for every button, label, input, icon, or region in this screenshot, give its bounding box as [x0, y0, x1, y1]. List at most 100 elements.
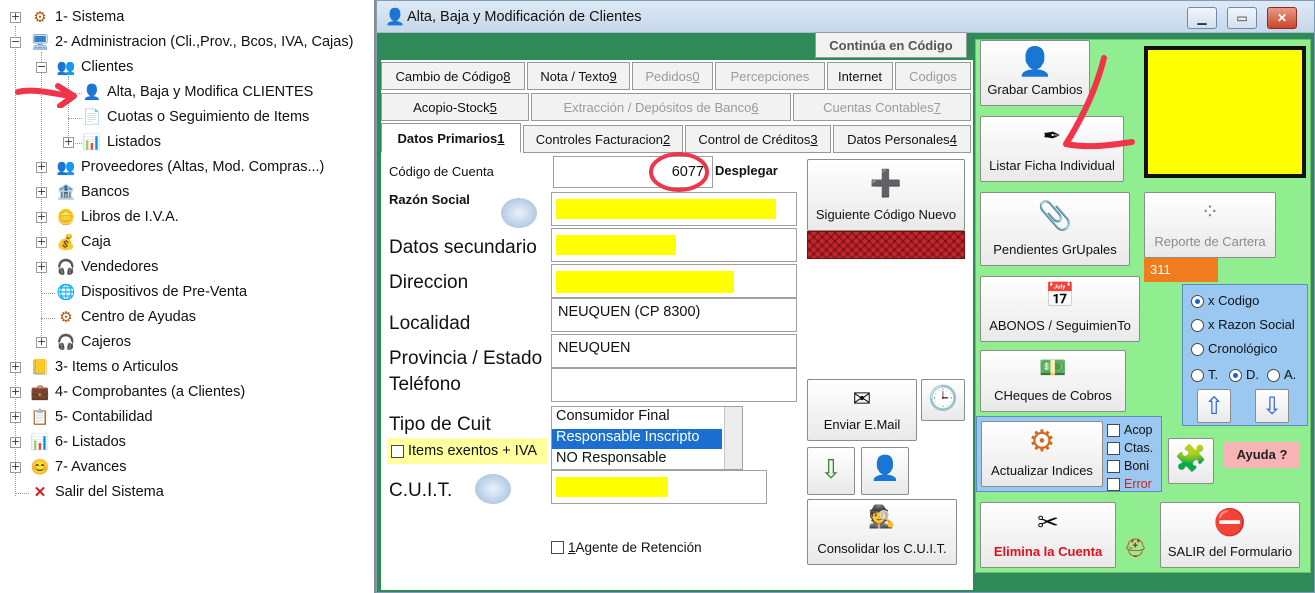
desplegar-label[interactable]: Desplegar [715, 163, 778, 178]
tree-item-cajeros[interactable]: 🎧 Cajeros [56, 331, 131, 353]
abonos-button[interactable]: 📅 ABONOS / SeguimienTo [980, 276, 1140, 342]
tree-item-listados[interactable]: 📊 Listados [82, 131, 161, 153]
tab-extraccion-depositos[interactable]: Extracción / Depósitos de Banco 6 [531, 93, 791, 121]
ctas-checkbox[interactable]: Ctas. [1107, 439, 1153, 457]
arrow-up-button[interactable]: ⇧ [1197, 389, 1231, 423]
close-button[interactable]: ✕ [1267, 7, 1297, 29]
search-binoculars-icon[interactable] [475, 474, 511, 504]
tab-datos-personales[interactable]: Datos Personales 4 [833, 125, 971, 153]
agente-retencion-checkbox[interactable]: 1 Agente de Retención [551, 540, 702, 555]
tree-item-centro-ayudas[interactable]: ⚙ Centro de Ayudas [56, 306, 196, 328]
checkbox-icon [551, 541, 564, 554]
expand-caja[interactable]: + [36, 236, 47, 248]
expand-listados[interactable]: + [63, 136, 74, 148]
ayuda-button[interactable]: Ayuda ? [1224, 442, 1300, 468]
order-a-radio[interactable]: A. [1267, 367, 1296, 383]
tab-continua-codigo[interactable]: Continúa en Código [815, 32, 967, 58]
tree-item-caja[interactable]: 💰 Caja [56, 231, 111, 253]
boni-checkbox[interactable]: Boni [1107, 457, 1153, 475]
error-checkbox[interactable]: Error [1107, 475, 1153, 493]
tab-nota-texto[interactable]: Nota / Texto 9 [527, 62, 630, 90]
tree-item-vendedores[interactable]: 🎧 Vendedores [56, 256, 159, 278]
expand-contabilidad[interactable]: + [10, 411, 21, 423]
order-d-radio[interactable]: D. [1229, 367, 1259, 383]
cheques-cobros-button[interactable]: 💵 CHeques de Cobros [980, 350, 1126, 412]
tree-item-dispositivos[interactable]: 🌐 Dispositivos de Pre-Venta [56, 281, 247, 303]
dots-icon: ⁘ [1200, 199, 1220, 224]
acop-checkbox[interactable]: Acop [1107, 421, 1153, 439]
list-scrollbar[interactable] [724, 407, 742, 469]
direccion-field[interactable] [551, 264, 797, 298]
expand-vendedores[interactable]: + [36, 261, 47, 273]
expand-bancos[interactable]: + [36, 186, 47, 198]
helper-figure-button[interactable]: 🧩 [1168, 438, 1214, 484]
tab-cambio-codigo[interactable]: Cambio de Código 8 [381, 62, 525, 90]
user-gray-button[interactable]: 👤 [861, 447, 909, 495]
tree-item-contabilidad[interactable]: 📋 5- Contabilidad [30, 406, 153, 428]
tree-item-clientes[interactable]: 👥 Clientes [56, 56, 134, 78]
download-button[interactable]: ⇩ [807, 447, 855, 495]
enviar-email-button[interactable]: ✉ Enviar E.Mail [807, 379, 917, 441]
tree-item-cuotas[interactable]: 📄 Cuotas o Seguimiento de Items [82, 106, 310, 128]
expand-items[interactable]: + [10, 361, 21, 373]
salir-formulario-button[interactable]: ⛔ SALIR del Formulario [1160, 502, 1300, 568]
tab-datos-primarios[interactable]: Datos Primarios 1 [381, 123, 521, 153]
expand-avances[interactable]: + [10, 461, 21, 473]
collapse-administracion[interactable]: − [10, 36, 21, 48]
tree-item-items[interactable]: 📒 3- Items o Articulos [30, 356, 179, 378]
tree-item-libros-iva[interactable]: 🪙 Libros de I.V.A. [56, 206, 179, 228]
tree-item-bancos[interactable]: 🏦 Bancos [56, 181, 130, 203]
maximize-button[interactable]: ▭ [1227, 7, 1257, 29]
collapse-clientes[interactable]: − [36, 61, 47, 73]
tab-acopio-stock[interactable]: Acopio-Stock 5 [381, 93, 529, 121]
siguiente-codigo-button[interactable]: ➕ Siguiente Código Nuevo [807, 159, 965, 231]
telefono-field[interactable] [551, 368, 797, 402]
arrow-down-button[interactable]: ⇩ [1255, 389, 1289, 423]
tree-item-listados-main[interactable]: 📊 6- Listados [30, 431, 126, 453]
tipo-cuit-list[interactable]: Consumidor Final Responsable Inscripto N… [551, 406, 743, 470]
tree-item-comprobantes[interactable]: 💼 4- Comprobantes (a Clientes) [30, 381, 246, 403]
order-cronologico-radio[interactable]: Cronológico [1191, 341, 1277, 357]
cuit-option-no-responsable[interactable]: NO Responsable [552, 450, 724, 469]
cuit-option-consumidor[interactable]: Consumidor Final [552, 408, 724, 428]
tab-internet[interactable]: Internet [827, 62, 893, 90]
tab-codigos[interactable]: Codigos [895, 62, 971, 90]
items-exentos-checkbox[interactable]: Items exentos + IVA [387, 438, 547, 464]
actualizar-indices-button[interactable]: ⚙ Actualizar Indices [981, 421, 1103, 487]
datos-secundario-field[interactable] [551, 228, 797, 262]
tree-item-salir[interactable]: ✕ Salir del Sistema [30, 481, 164, 503]
tipo-cuit-label: Tipo de Cuit [389, 414, 491, 435]
order-x-razon-radio[interactable]: x Razon Social [1191, 317, 1295, 333]
tree-item-sistema[interactable]: ⚙ 1- Sistema [30, 6, 124, 28]
localidad-value: NEUQUEN (CP 8300) [558, 304, 701, 320]
expand-listados-main[interactable]: + [10, 436, 21, 448]
tree-item-avances[interactable]: 😊 7- Avances [30, 456, 127, 478]
cuit-option-responsable-inscripto[interactable]: Responsable Inscripto [552, 429, 722, 449]
tree-item-proveedores[interactable]: 👥 Proveedores (Altas, Mod. Compras...) [56, 156, 325, 178]
consolidar-cuit-button[interactable]: 🕵 Consolidar los C.U.I.T. [807, 499, 957, 565]
cuit-field[interactable] [551, 470, 767, 504]
provincia-field[interactable]: NEUQUEN [551, 334, 797, 368]
razon-social-field[interactable] [551, 192, 797, 226]
expand-cajeros[interactable]: + [36, 336, 47, 348]
tab-percepciones[interactable]: Percepciones [715, 62, 825, 90]
tab-controles-facturacion[interactable]: Controles Facturacion 2 [523, 125, 683, 153]
tree-item-administracion[interactable]: 🖥 2- Administracion (Cli.,Prov., Bcos, I… [30, 31, 353, 53]
expand-comprobantes[interactable]: + [10, 386, 21, 398]
pendientes-grupales-button[interactable]: 📎 Pendientes GrUpales [980, 192, 1130, 266]
reporte-cartera-button[interactable]: ⁘ Reporte de Cartera [1144, 192, 1276, 258]
expand-libros-iva[interactable]: + [36, 211, 47, 223]
search-binoculars-icon[interactable] [501, 198, 537, 228]
tab-cuentas-contables[interactable]: Cuentas Contables 7 [793, 93, 971, 121]
tab-control-creditos[interactable]: Control de Créditos 3 [685, 125, 831, 153]
expand-sistema[interactable]: + [10, 11, 21, 23]
order-t-radio[interactable]: T. [1191, 367, 1218, 383]
expand-proveedores[interactable]: + [36, 161, 47, 173]
tab-pedidos[interactable]: Pedidos 0 [632, 62, 713, 90]
minimize-button[interactable]: ▁ [1187, 7, 1217, 29]
elimina-cuenta-button[interactable]: ✂ Elimina la Cuenta [980, 502, 1116, 568]
order-x-codigo-radio[interactable]: x Codigo [1191, 293, 1259, 309]
tree-item-alta-baja-clientes[interactable]: 👤 Alta, Baja y Modifica CLIENTES [82, 81, 314, 103]
clock-button[interactable]: 🕒 [921, 379, 965, 421]
localidad-field[interactable]: NEUQUEN (CP 8300) [551, 298, 797, 332]
